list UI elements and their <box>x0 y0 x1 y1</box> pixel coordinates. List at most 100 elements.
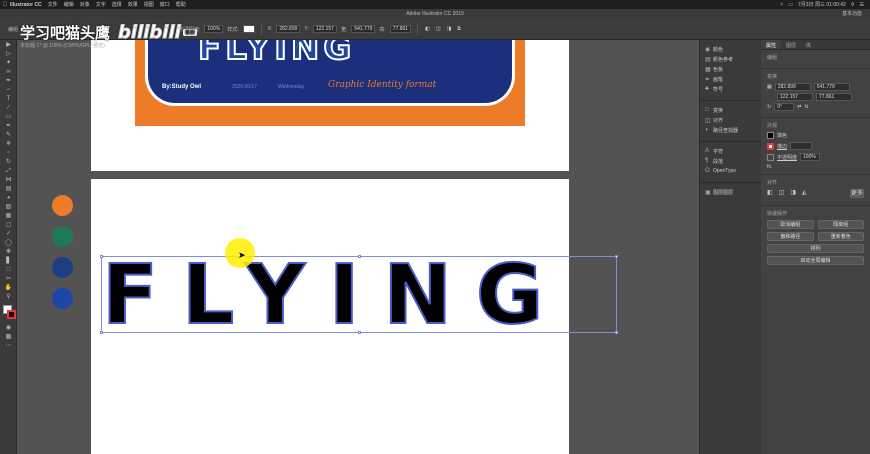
height-field[interactable]: 77.861 <box>816 93 852 101</box>
dock-paragraph[interactable]: ¶ 段落 <box>700 156 761 166</box>
type-tool-icon[interactable]: T <box>3 96 14 103</box>
recolor-button[interactable]: 重新着色 <box>817 232 864 241</box>
magic-wand-tool-icon[interactable]: ✦ <box>3 60 14 67</box>
resize-handle[interactable] <box>100 255 103 258</box>
arrange-button[interactable]: 排列 <box>767 244 864 253</box>
transform-icon[interactable]: ⧉ <box>457 26 461 32</box>
document-tab[interactable]: 未标题-1* @ 100% (CMYK/GPU 预览) <box>20 42 105 49</box>
resize-handle[interactable] <box>358 255 361 258</box>
height-field[interactable]: 77.861 <box>389 25 412 33</box>
align-top-icon[interactable]: ◭ <box>802 189 807 198</box>
menu-help[interactable]: 帮助 <box>176 1 186 8</box>
flip-horizontal-icon[interactable]: ⇄ <box>797 104 801 110</box>
reference-point-icon[interactable]: ▦ <box>767 84 772 90</box>
x-field[interactable]: 282.899 <box>276 25 301 33</box>
resize-handle[interactable] <box>615 255 618 258</box>
tab-properties[interactable]: 属性 <box>761 40 782 49</box>
isolate-group-button[interactable]: 隔离组 <box>817 220 864 229</box>
tab-layers[interactable]: 图层 <box>781 40 801 49</box>
width-field[interactable]: 541.779 <box>351 25 376 33</box>
resize-handle[interactable] <box>615 331 618 334</box>
clock[interactable]: 7月3日 周三 01:00:42 <box>798 1 846 8</box>
drawing-modes-icon[interactable]: ◉ <box>3 325 14 332</box>
align-left-icon[interactable]: ◧ <box>767 189 773 198</box>
line-tool-icon[interactable]: ∕ <box>3 105 14 112</box>
hand-tool-icon[interactable]: ✋ <box>3 285 14 292</box>
zoom-tool-icon[interactable]: ⚲ <box>3 294 14 301</box>
paintbrush-tool-icon[interactable]: ✒ <box>3 123 14 130</box>
eraser-tool-icon[interactable]: ▫ <box>3 150 14 157</box>
tab-libraries[interactable]: 库 <box>801 40 816 49</box>
curvature-tool-icon[interactable]: ∽ <box>3 87 14 94</box>
poster-artwork[interactable]: FLYING By:Study Owl 2020.06/17 Wednesday… <box>135 40 525 126</box>
dock-symbols[interactable]: ♣ 符号 <box>700 84 761 94</box>
global-edit-button[interactable]: 启动全局编辑 <box>767 256 864 265</box>
resize-handle[interactable] <box>100 331 103 334</box>
width-field[interactable]: 541.779 <box>813 83 850 91</box>
direct-selection-tool-icon[interactable]: ▷ <box>3 51 14 58</box>
fx-button[interactable]: fx. <box>767 164 864 170</box>
apple-icon[interactable]:  <box>0 2 10 8</box>
opacity-field[interactable]: 100% <box>800 153 821 161</box>
graph-tool-icon[interactable]: ▋ <box>3 258 14 265</box>
stroke-color-swatch[interactable] <box>767 142 774 150</box>
stroke-label[interactable]: 描边 <box>777 143 787 150</box>
y-field[interactable]: 122.157 <box>312 25 337 33</box>
align-right-icon[interactable]: ◨ <box>790 189 796 198</box>
width-tool-icon[interactable]: ⋈ <box>3 177 14 184</box>
screen-mode-icon[interactable]: ▩ <box>3 334 14 341</box>
align-more-button[interactable]: 更多 <box>849 189 864 198</box>
fill-color-swatch[interactable] <box>767 132 774 139</box>
menu-object[interactable]: 对象 <box>80 1 90 8</box>
navy-swatch-circle[interactable] <box>52 257 73 278</box>
menu-edit[interactable]: 编辑 <box>64 1 74 8</box>
dock-color[interactable]: ◉ 颜色 <box>700 44 761 54</box>
ungroup-button[interactable]: 取消编组 <box>767 220 814 229</box>
dock-opentype[interactable]: O OpenType <box>700 166 761 176</box>
dock-character[interactable]: A 字符 <box>700 146 761 156</box>
menu-effect[interactable]: 效果 <box>128 1 138 8</box>
workspace-switcher[interactable]: 基本功能 <box>842 9 862 19</box>
canvas[interactable]: FLYING By:Study Owl 2020.06/17 Wednesday… <box>17 40 699 454</box>
dock-artboards[interactable]: ▣ 图层图层 <box>700 187 761 197</box>
gradient-tool-icon[interactable]: ▢ <box>3 222 14 229</box>
lasso-tool-icon[interactable]: ∞ <box>3 69 14 76</box>
dock-brushes[interactable]: ✒ 画笔 <box>700 74 761 84</box>
more-tools-icon[interactable]: ⋯ <box>3 343 14 350</box>
perspective-grid-tool-icon[interactable]: ▧ <box>3 204 14 211</box>
blue-swatch-circle[interactable] <box>52 288 73 309</box>
selection-bounding-box[interactable]: FLYING <box>100 250 618 342</box>
rotate-tool-icon[interactable]: ↻ <box>3 159 14 166</box>
align-center-icon[interactable]: ◫ <box>436 26 441 32</box>
mesh-tool-icon[interactable]: ▦ <box>3 213 14 220</box>
menu-view[interactable]: 视图 <box>144 1 154 8</box>
dock-color-guide[interactable]: ▤ 颜色参考 <box>700 54 761 64</box>
opacity-label[interactable]: 不透明度 <box>777 154 797 161</box>
align-left-icon[interactable]: ◧ <box>425 26 430 32</box>
x-field[interactable]: 282.899 <box>774 83 811 91</box>
stroke-weight-field[interactable] <box>790 142 813 150</box>
style-swatch[interactable] <box>242 25 255 33</box>
align-right-icon[interactable]: ◨ <box>447 26 452 32</box>
blend-tool-icon[interactable]: ◯ <box>3 240 14 247</box>
angle-field[interactable]: 0° <box>774 103 795 111</box>
artboard-poster[interactable]: FLYING By:Study Owl 2020.06/17 Wednesday… <box>91 40 569 171</box>
app-menu[interactable]: Illustrator CC <box>10 2 42 8</box>
menu-select[interactable]: 选择 <box>112 1 122 8</box>
dock-pathfinder[interactable]: ◗ 路径查找器 <box>700 125 761 135</box>
dock-swatches[interactable]: ▦ 色板 <box>700 64 761 74</box>
search-icon[interactable]: ⚲ <box>851 2 855 8</box>
orange-swatch-circle[interactable] <box>52 195 73 216</box>
wifi-icon[interactable]: ≈ <box>781 2 784 8</box>
stroke-swatch[interactable] <box>7 310 16 319</box>
align-hcenter-icon[interactable]: ◫ <box>779 189 785 198</box>
resize-handle[interactable] <box>358 331 361 334</box>
dock-transform[interactable]: □ 变换 <box>700 105 761 115</box>
dock-align[interactable]: ◫ 对齐 <box>700 115 761 125</box>
symbol-sprayer-tool-icon[interactable]: ❋ <box>3 249 14 256</box>
artboard-tool-icon[interactable]: □ <box>3 267 14 274</box>
menu-type[interactable]: 文字 <box>96 1 106 8</box>
pencil-tool-icon[interactable]: ✎ <box>3 132 14 139</box>
free-transform-tool-icon[interactable]: ▤ <box>3 186 14 193</box>
eyedropper-tool-icon[interactable]: ✓ <box>3 231 14 238</box>
